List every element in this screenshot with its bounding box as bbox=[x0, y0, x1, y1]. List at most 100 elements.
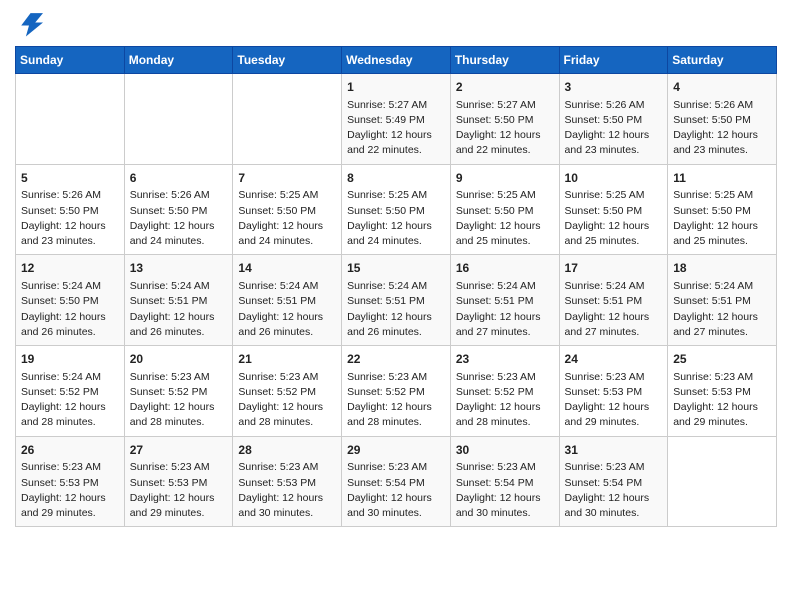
day-number: 22 bbox=[347, 351, 445, 368]
calendar-cell: 26Sunrise: 5:23 AM Sunset: 5:53 PM Dayli… bbox=[16, 436, 125, 527]
calendar-cell: 24 Sunrise: 5:23 AM Sunset: 5:53 PM Dayli… bbox=[559, 346, 668, 437]
calendar-cell: 30Sunrise: 5:23 AM Sunset: 5:54 PM Dayli… bbox=[450, 436, 559, 527]
calendar-cell: 10Sunrise: 5:25 AM Sunset: 5:50 PM Dayli… bbox=[559, 164, 668, 255]
calendar-row: 1Sunrise: 5:27 AM Sunset: 5:49 PM Daylig… bbox=[16, 74, 777, 165]
calendar-cell: 15 Sunrise: 5:24 AM Sunset: 5:51 PM Dayli… bbox=[342, 255, 451, 346]
calendar-table: SundayMondayTuesdayWednesdayThursdayFrid… bbox=[15, 46, 777, 527]
day-number: 23 bbox=[456, 351, 554, 368]
day-info: Sunrise: 5:27 AM Sunset: 5:50 PM Dayligh… bbox=[456, 98, 554, 159]
day-info: Sunrise: 5:23 AM Sunset: 5:53 PM Dayligh… bbox=[565, 370, 663, 431]
day-info: Sunrise: 5:25 AM Sunset: 5:50 PM Dayligh… bbox=[565, 188, 663, 249]
day-number: 28 bbox=[238, 442, 336, 459]
day-number: 14 bbox=[238, 260, 336, 277]
day-info: Sunrise: 5:24 AM Sunset: 5:50 PM Dayligh… bbox=[21, 279, 119, 340]
weekday-header-friday: Friday bbox=[559, 47, 668, 74]
day-number: 24 bbox=[565, 351, 663, 368]
calendar-cell: 12Sunrise: 5:24 AM Sunset: 5:50 PM Dayli… bbox=[16, 255, 125, 346]
calendar-cell: 18 Sunrise: 5:24 AM Sunset: 5:51 PM Dayli… bbox=[668, 255, 777, 346]
calendar-cell: 4 Sunrise: 5:26 AM Sunset: 5:50 PM Daylig… bbox=[668, 74, 777, 165]
day-info: Sunrise: 5:24 AM Sunset: 5:51 PM Dayligh… bbox=[456, 279, 554, 340]
day-number: 3 bbox=[565, 79, 663, 96]
calendar-cell: 20Sunrise: 5:23 AM Sunset: 5:52 PM Dayli… bbox=[124, 346, 233, 437]
calendar-body: 1Sunrise: 5:27 AM Sunset: 5:49 PM Daylig… bbox=[16, 74, 777, 527]
day-number: 30 bbox=[456, 442, 554, 459]
calendar-cell: 13 Sunrise: 5:24 AM Sunset: 5:51 PM Dayli… bbox=[124, 255, 233, 346]
day-info: Sunrise: 5:24 AM Sunset: 5:51 PM Dayligh… bbox=[347, 279, 445, 340]
calendar-cell: 16 Sunrise: 5:24 AM Sunset: 5:51 PM Dayli… bbox=[450, 255, 559, 346]
day-number: 6 bbox=[130, 170, 228, 187]
calendar-cell: 23Sunrise: 5:23 AM Sunset: 5:52 PM Dayli… bbox=[450, 346, 559, 437]
calendar-cell: 2 Sunrise: 5:27 AM Sunset: 5:50 PM Daylig… bbox=[450, 74, 559, 165]
day-info: Sunrise: 5:26 AM Sunset: 5:50 PM Dayligh… bbox=[21, 188, 119, 249]
day-number: 29 bbox=[347, 442, 445, 459]
day-number: 31 bbox=[565, 442, 663, 459]
day-number: 5 bbox=[21, 170, 119, 187]
calendar-cell: 7Sunrise: 5:25 AM Sunset: 5:50 PM Daylig… bbox=[233, 164, 342, 255]
weekday-header-wednesday: Wednesday bbox=[342, 47, 451, 74]
calendar-cell: 28Sunrise: 5:23 AM Sunset: 5:53 PM Dayli… bbox=[233, 436, 342, 527]
day-number: 18 bbox=[673, 260, 771, 277]
day-info: Sunrise: 5:24 AM Sunset: 5:51 PM Dayligh… bbox=[130, 279, 228, 340]
day-number: 26 bbox=[21, 442, 119, 459]
weekday-row: SundayMondayTuesdayWednesdayThursdayFrid… bbox=[16, 47, 777, 74]
day-info: Sunrise: 5:23 AM Sunset: 5:53 PM Dayligh… bbox=[238, 460, 336, 521]
day-number: 4 bbox=[673, 79, 771, 96]
calendar-cell: 3 Sunrise: 5:26 AM Sunset: 5:50 PM Daylig… bbox=[559, 74, 668, 165]
logo bbox=[15, 10, 47, 38]
header bbox=[15, 10, 777, 38]
day-info: Sunrise: 5:23 AM Sunset: 5:54 PM Dayligh… bbox=[565, 460, 663, 521]
calendar-cell bbox=[124, 74, 233, 165]
calendar-cell: 21 Sunrise: 5:23 AM Sunset: 5:52 PM Dayli… bbox=[233, 346, 342, 437]
calendar-cell: 27Sunrise: 5:23 AM Sunset: 5:53 PM Dayli… bbox=[124, 436, 233, 527]
weekday-header-tuesday: Tuesday bbox=[233, 47, 342, 74]
day-number: 15 bbox=[347, 260, 445, 277]
weekday-header-sunday: Sunday bbox=[16, 47, 125, 74]
day-number: 9 bbox=[456, 170, 554, 187]
weekday-header-monday: Monday bbox=[124, 47, 233, 74]
calendar-cell: 14 Sunrise: 5:24 AM Sunset: 5:51 PM Dayli… bbox=[233, 255, 342, 346]
calendar-cell: 17 Sunrise: 5:24 AM Sunset: 5:51 PM Dayli… bbox=[559, 255, 668, 346]
day-info: Sunrise: 5:26 AM Sunset: 5:50 PM Dayligh… bbox=[673, 98, 771, 159]
day-number: 11 bbox=[673, 170, 771, 187]
day-number: 17 bbox=[565, 260, 663, 277]
day-number: 21 bbox=[238, 351, 336, 368]
day-info: Sunrise: 5:25 AM Sunset: 5:50 PM Dayligh… bbox=[456, 188, 554, 249]
day-info: Sunrise: 5:23 AM Sunset: 5:52 PM Dayligh… bbox=[238, 370, 336, 431]
day-number: 10 bbox=[565, 170, 663, 187]
day-info: Sunrise: 5:25 AM Sunset: 5:50 PM Dayligh… bbox=[238, 188, 336, 249]
day-number: 16 bbox=[456, 260, 554, 277]
logo-icon bbox=[15, 10, 43, 38]
calendar-cell bbox=[668, 436, 777, 527]
weekday-header-saturday: Saturday bbox=[668, 47, 777, 74]
day-info: Sunrise: 5:23 AM Sunset: 5:53 PM Dayligh… bbox=[130, 460, 228, 521]
day-number: 2 bbox=[456, 79, 554, 96]
calendar-cell: 22 Sunrise: 5:23 AM Sunset: 5:52 PM Dayli… bbox=[342, 346, 451, 437]
calendar-cell: 9Sunrise: 5:25 AM Sunset: 5:50 PM Daylig… bbox=[450, 164, 559, 255]
calendar-cell bbox=[16, 74, 125, 165]
day-number: 7 bbox=[238, 170, 336, 187]
day-info: Sunrise: 5:23 AM Sunset: 5:52 PM Dayligh… bbox=[130, 370, 228, 431]
day-info: Sunrise: 5:26 AM Sunset: 5:50 PM Dayligh… bbox=[130, 188, 228, 249]
day-number: 19 bbox=[21, 351, 119, 368]
day-info: Sunrise: 5:23 AM Sunset: 5:54 PM Dayligh… bbox=[456, 460, 554, 521]
day-info: Sunrise: 5:24 AM Sunset: 5:52 PM Dayligh… bbox=[21, 370, 119, 431]
day-number: 8 bbox=[347, 170, 445, 187]
calendar-cell: 8Sunrise: 5:25 AM Sunset: 5:50 PM Daylig… bbox=[342, 164, 451, 255]
day-number: 25 bbox=[673, 351, 771, 368]
day-number: 13 bbox=[130, 260, 228, 277]
calendar-row: 19 Sunrise: 5:24 AM Sunset: 5:52 PM Dayli… bbox=[16, 346, 777, 437]
calendar-cell: 29Sunrise: 5:23 AM Sunset: 5:54 PM Dayli… bbox=[342, 436, 451, 527]
calendar-cell: 19 Sunrise: 5:24 AM Sunset: 5:52 PM Dayli… bbox=[16, 346, 125, 437]
day-info: Sunrise: 5:23 AM Sunset: 5:52 PM Dayligh… bbox=[347, 370, 445, 431]
page-container: SundayMondayTuesdayWednesdayThursdayFrid… bbox=[0, 0, 792, 542]
day-info: Sunrise: 5:25 AM Sunset: 5:50 PM Dayligh… bbox=[673, 188, 771, 249]
day-info: Sunrise: 5:24 AM Sunset: 5:51 PM Dayligh… bbox=[673, 279, 771, 340]
calendar-cell: 11Sunrise: 5:25 AM Sunset: 5:50 PM Dayli… bbox=[668, 164, 777, 255]
calendar-header: SundayMondayTuesdayWednesdayThursdayFrid… bbox=[16, 47, 777, 74]
calendar-cell bbox=[233, 74, 342, 165]
calendar-row: 5Sunrise: 5:26 AM Sunset: 5:50 PM Daylig… bbox=[16, 164, 777, 255]
day-info: Sunrise: 5:24 AM Sunset: 5:51 PM Dayligh… bbox=[565, 279, 663, 340]
calendar-row: 12Sunrise: 5:24 AM Sunset: 5:50 PM Dayli… bbox=[16, 255, 777, 346]
day-info: Sunrise: 5:26 AM Sunset: 5:50 PM Dayligh… bbox=[565, 98, 663, 159]
day-info: Sunrise: 5:24 AM Sunset: 5:51 PM Dayligh… bbox=[238, 279, 336, 340]
